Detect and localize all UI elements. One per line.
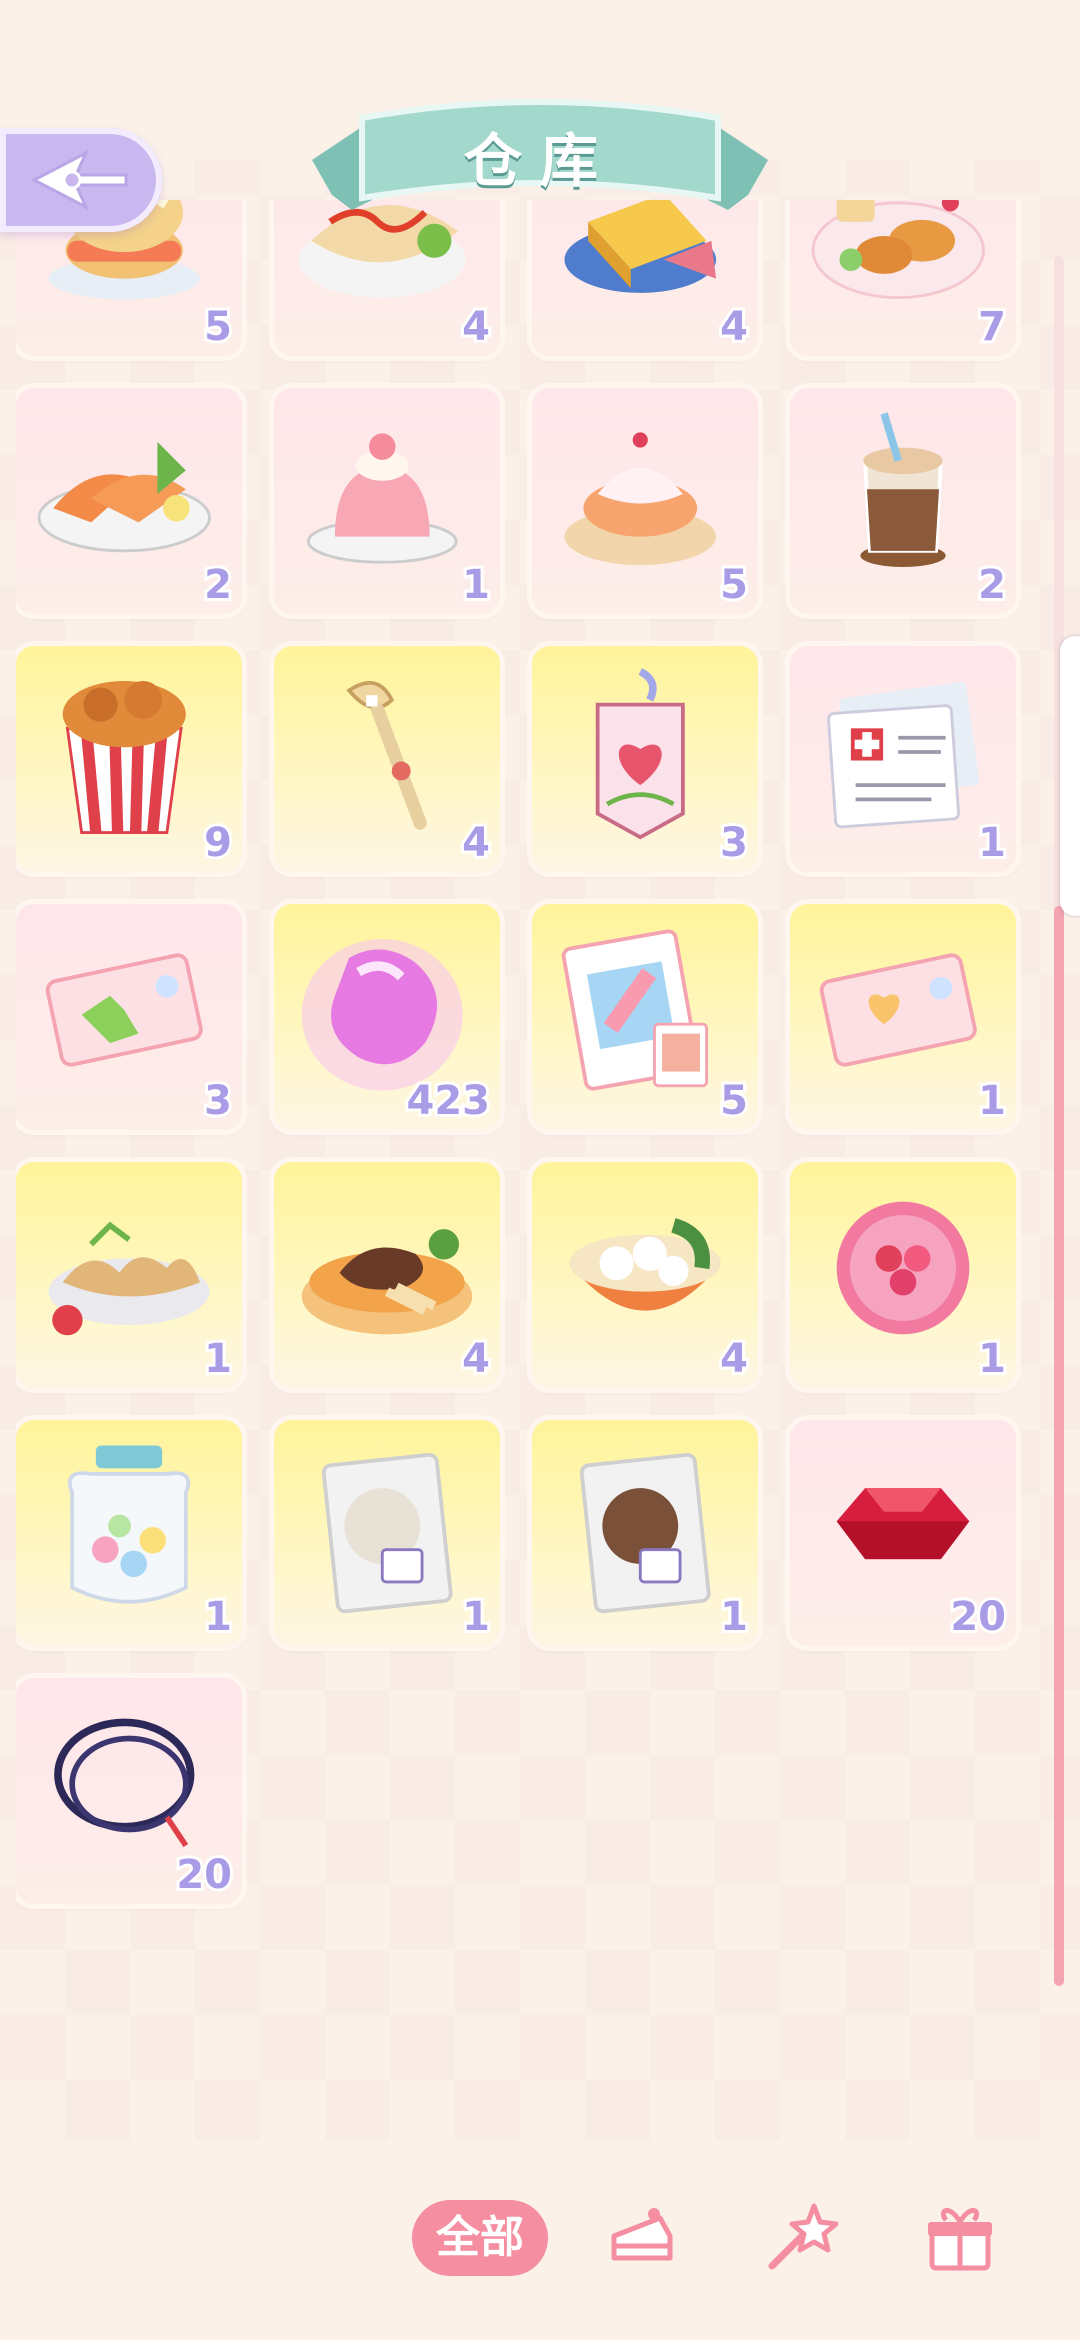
inventory-grid[interactable]: 5 4 4 7 2 1 5 2 9 4 3 1 3 423 5 1 1 4 4 1 1 1 1 20 20 (16, 200, 1036, 1960)
title-banner: 仓库 (312, 90, 768, 230)
item-count: 20 (947, 1591, 1009, 1643)
item-count: 20 (173, 1849, 235, 1901)
item-count: 1 (975, 1075, 1009, 1127)
popcorn-chicken-bucket-icon (62, 680, 186, 834)
back-arrow-icon (30, 149, 128, 211)
steak-plate-icon (301, 1229, 473, 1335)
iced-coffee-icon (860, 412, 946, 567)
inventory-slot[interactable]: 20 (790, 1420, 1016, 1646)
inventory-slot[interactable]: 4 (532, 1162, 758, 1388)
heart-charm-tag-icon (595, 668, 685, 840)
gift-box-icon[interactable] (920, 2196, 1000, 2276)
key-staff-icon (346, 680, 427, 830)
item-count: 4 (459, 817, 493, 869)
inventory-slot[interactable]: 4 (274, 646, 500, 872)
fried-dumplings-icon (48, 1221, 210, 1336)
inventory-slot[interactable]: 1 (16, 1162, 242, 1388)
item-count: 4 (717, 301, 751, 353)
item-count: 1 (201, 1591, 235, 1643)
item-count: 1 (459, 559, 493, 611)
item-count: 2 (201, 559, 235, 611)
fishball-soup-icon (569, 1218, 721, 1311)
fried-chicken-plate-icon (811, 200, 985, 299)
item-count: 9 (201, 817, 235, 869)
item-count: 3 (201, 1075, 235, 1127)
inventory-slot[interactable]: 1 (532, 1420, 758, 1646)
inventory-slot[interactable]: 1 (790, 904, 1016, 1130)
cord-loop-icon (54, 1718, 195, 1848)
tab-all[interactable]: 全部 (412, 2200, 548, 2276)
inventory-slot[interactable]: 1 (274, 1420, 500, 1646)
candy-jar-icon (67, 1445, 191, 1604)
page-title: 仓库 (463, 127, 616, 195)
item-count: 5 (717, 559, 751, 611)
pink-crystal-icon (301, 938, 463, 1091)
inventory-slot[interactable]: 9 (16, 646, 242, 872)
red-gem-icon (836, 1488, 970, 1560)
white-powder-bag-icon (321, 1452, 453, 1614)
cream-puff-icon (564, 432, 717, 566)
strawberry-pudding-icon (306, 433, 458, 564)
item-count: 4 (459, 301, 493, 353)
back-button[interactable] (0, 128, 162, 232)
inventory-slot[interactable]: 2 (790, 388, 1016, 614)
item-count: 3 (717, 817, 751, 869)
inventory-slot[interactable]: 4 (274, 1162, 500, 1388)
item-count: 5 (717, 1075, 751, 1127)
edge-handle[interactable] (1060, 636, 1080, 916)
salmon-sashimi-icon (37, 441, 211, 553)
scrollbar-thumb[interactable] (1054, 906, 1064, 1986)
item-count: 7 (975, 301, 1009, 353)
puzzle-ticket-icon (45, 953, 203, 1067)
bottom-tab-bar: 全部 (0, 2122, 1080, 2340)
inventory-slot[interactable]: 3 (16, 904, 242, 1130)
inventory-slot[interactable]: 3 (532, 646, 758, 872)
item-count: 5 (201, 301, 235, 353)
inventory-slot[interactable]: 2 (16, 388, 242, 614)
item-count: 1 (975, 1333, 1009, 1385)
inventory-slot[interactable]: 20 (16, 1678, 242, 1904)
item-count: 1 (201, 1333, 235, 1385)
cake-icon[interactable] (602, 2196, 682, 2276)
inventory-slot[interactable]: 423 (274, 904, 500, 1130)
wand-icon[interactable] (762, 2196, 842, 2276)
inventory-slot[interactable]: 7 (790, 200, 1016, 356)
item-count: 423 (404, 1075, 493, 1127)
item-count: 1 (717, 1591, 751, 1643)
item-count: 4 (717, 1333, 751, 1385)
inventory-slot[interactable]: 1 (790, 646, 1016, 872)
inventory-slot[interactable]: 1 (16, 1420, 242, 1646)
brown-powder-bag-icon (579, 1452, 711, 1614)
item-count: 4 (459, 1333, 493, 1385)
item-count: 2 (975, 559, 1009, 611)
inventory-slot[interactable]: 1 (274, 388, 500, 614)
photo-pack-icon (561, 929, 709, 1091)
scrollbar-track[interactable] (1054, 256, 1064, 1986)
medical-documents-icon (827, 681, 980, 829)
heart-ticket-icon (819, 953, 977, 1067)
inventory-slot[interactable]: 5 (532, 904, 758, 1130)
pink-badge-icon (836, 1201, 970, 1335)
item-count: 1 (459, 1591, 493, 1643)
inventory-slot[interactable]: 5 (532, 388, 758, 614)
item-count: 1 (975, 817, 1009, 869)
inventory-slot[interactable]: 1 (790, 1162, 1016, 1388)
